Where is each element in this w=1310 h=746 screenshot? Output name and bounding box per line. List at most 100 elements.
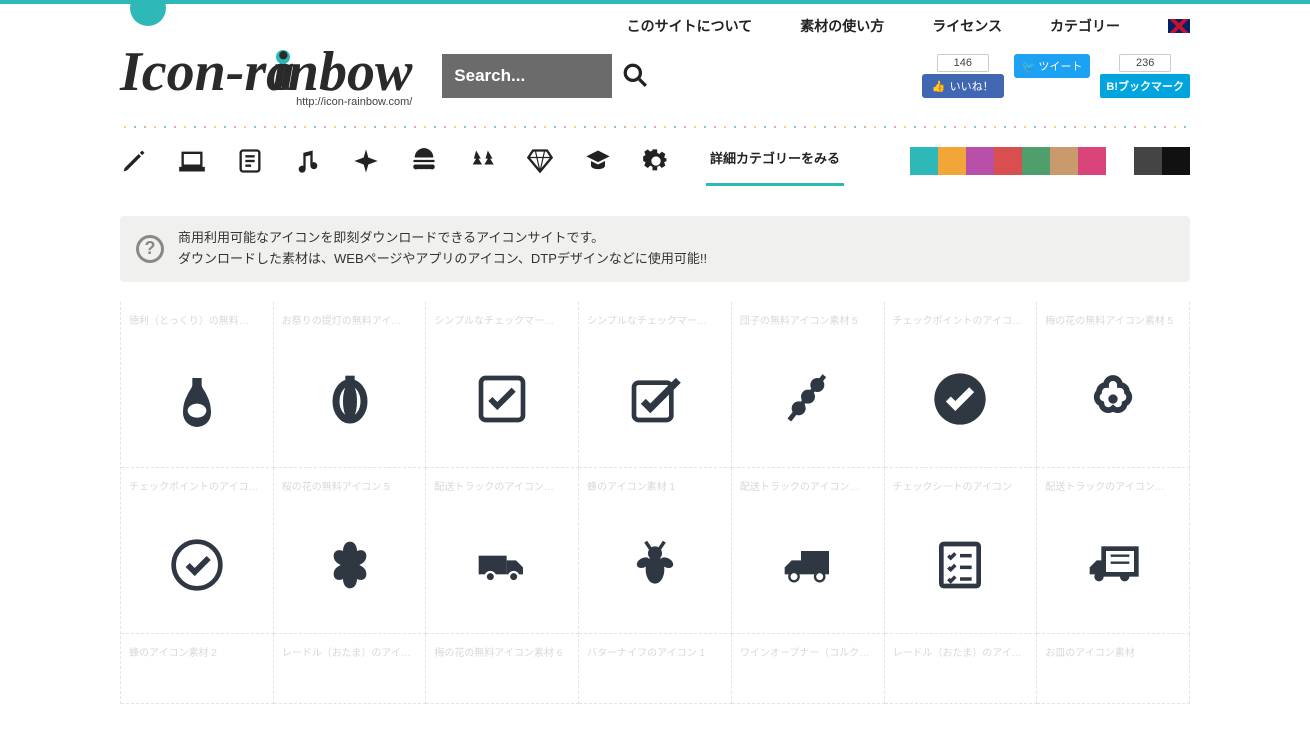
checklist-icon bbox=[932, 537, 988, 593]
palette-swatch[interactable] bbox=[938, 147, 966, 175]
icon-cell-title: 団子の無料アイコン素材 5 bbox=[732, 302, 884, 331]
dango-icon bbox=[780, 371, 836, 427]
category-icons bbox=[120, 147, 670, 175]
palette-swatch[interactable] bbox=[1162, 147, 1190, 175]
search-input[interactable] bbox=[442, 54, 612, 98]
icon-cell[interactable]: 梅の花の無料アイコン素材 5 bbox=[1037, 302, 1190, 468]
checkbox2-icon bbox=[627, 371, 683, 427]
diamond-icon[interactable] bbox=[526, 147, 554, 175]
burger-icon[interactable] bbox=[410, 147, 438, 175]
icon-cell-title: 梅の花の無料アイコン素材 6 bbox=[426, 634, 578, 663]
lantern-icon bbox=[322, 371, 378, 427]
icon-cell-title: レードル（おたま）のアイ… bbox=[885, 634, 1037, 663]
sakura-icon bbox=[322, 537, 378, 593]
icon-cell-title: 配送トラックのアイコン… bbox=[426, 468, 578, 497]
truck3-icon bbox=[1085, 537, 1141, 593]
palette-swatch[interactable] bbox=[910, 147, 938, 175]
uk-flag-icon[interactable] bbox=[1168, 19, 1190, 33]
nav-license[interactable]: ライセンス bbox=[932, 16, 1002, 36]
icon-cell[interactable]: 桜の花の無料アイコン 5 bbox=[274, 468, 427, 634]
palette-swatch[interactable] bbox=[994, 147, 1022, 175]
twitter-share[interactable]: 🐦 ツイート bbox=[1014, 54, 1091, 98]
icon-cell-title: お皿のアイコン素材 bbox=[1037, 634, 1189, 663]
icon-cell[interactable]: レードル（おたま）のアイ… bbox=[885, 634, 1038, 704]
question-icon: ? bbox=[136, 235, 164, 263]
trees-icon[interactable] bbox=[468, 147, 496, 175]
icon-cell[interactable]: お皿のアイコン素材 bbox=[1037, 634, 1190, 704]
gear-icon[interactable] bbox=[642, 147, 670, 175]
icon-cell[interactable]: チェックシートのアイコン bbox=[885, 468, 1038, 634]
icon-cell[interactable]: 配送トラックのアイコン… bbox=[732, 468, 885, 634]
checkcircle-icon bbox=[932, 371, 988, 427]
palette-swatch[interactable] bbox=[1078, 147, 1106, 175]
icon-cell-title: 配送トラックのアイコン… bbox=[732, 468, 884, 497]
divider-dots bbox=[120, 126, 1190, 128]
icon-grid: 徳利（とっくり）の無料…お祭りの提灯の無料アイ…シンプルなチェックマー…シンプル… bbox=[120, 302, 1190, 704]
facebook-like[interactable]: 146 👍いいね！ bbox=[922, 54, 1004, 98]
hb-count: 236 bbox=[1119, 54, 1171, 72]
icon-cell[interactable]: お祭りの提灯の無料アイ… bbox=[274, 302, 427, 468]
icon-cell[interactable]: ワインオープナー（コルク… bbox=[732, 634, 885, 704]
palette-swatch[interactable] bbox=[1106, 147, 1134, 175]
info-line2: ダウンロードした素材は、WEBページやアプリのアイコン、DTPデザインなどに使用… bbox=[178, 249, 707, 270]
icon-cell[interactable]: シンプルなチェックマー… bbox=[426, 302, 579, 468]
nav-category[interactable]: カテゴリー bbox=[1050, 16, 1120, 36]
graduation-icon[interactable] bbox=[584, 147, 612, 175]
nav-about[interactable]: このサイトについて bbox=[627, 16, 753, 36]
icon-cell-title: 梅の花の無料アイコン素材 5 bbox=[1037, 302, 1189, 331]
fb-count: 146 bbox=[937, 54, 989, 72]
icon-cell[interactable]: 蜂のアイコン素材 2 bbox=[121, 634, 274, 704]
icon-cell[interactable]: バターナイフのアイコン 1 bbox=[579, 634, 732, 704]
palette-swatch[interactable] bbox=[1050, 147, 1078, 175]
icon-cell-title: 桜の花の無料アイコン 5 bbox=[274, 468, 426, 497]
airplane-icon[interactable] bbox=[352, 147, 380, 175]
search-button[interactable] bbox=[622, 62, 648, 91]
icon-cell[interactable]: 徳利（とっくり）の無料… bbox=[121, 302, 274, 468]
logo[interactable]: Icon-rainbow http://icon-rainbow.com/ bbox=[120, 44, 412, 108]
icon-cell-title: バターナイフのアイコン 1 bbox=[579, 634, 731, 663]
icon-cell-title: 配送トラックのアイコン… bbox=[1037, 468, 1189, 497]
icon-cell-title: 蜂のアイコン素材 2 bbox=[121, 634, 273, 663]
category-detail-link[interactable]: 詳細カテゴリーをみる bbox=[706, 136, 844, 186]
icon-cell-title: チェックポイントのアイコ… bbox=[121, 468, 273, 497]
icon-cell[interactable]: 団子の無料アイコン素材 5 bbox=[732, 302, 885, 468]
icon-cell[interactable]: 梅の花の無料アイコン素材 6 bbox=[426, 634, 579, 704]
nav-usage[interactable]: 素材の使い方 bbox=[800, 16, 884, 36]
truck-icon bbox=[474, 537, 530, 593]
hatena-bookmark[interactable]: 236 B!ブックマーク bbox=[1100, 54, 1190, 98]
header-nav: このサイトについて 素材の使い方 ライセンス カテゴリー bbox=[120, 16, 1190, 36]
icon-cell-title: ワインオープナー（コルク… bbox=[732, 634, 884, 663]
search-icon bbox=[622, 62, 648, 88]
color-palette bbox=[910, 147, 1190, 175]
tokkuri-icon bbox=[169, 371, 225, 427]
icon-cell[interactable]: チェックポイントのアイコ… bbox=[121, 468, 274, 634]
music-icon[interactable] bbox=[294, 147, 322, 175]
document-icon[interactable] bbox=[236, 147, 264, 175]
checkcircle2-icon bbox=[169, 537, 225, 593]
icon-cell-title: レードル（おたま）のアイ… bbox=[274, 634, 426, 663]
icon-cell[interactable]: 配送トラックのアイコン… bbox=[1037, 468, 1190, 634]
checkbox-icon bbox=[474, 371, 530, 427]
icon-cell[interactable]: レードル（おたま）のアイ… bbox=[274, 634, 427, 704]
info-banner: ? 商用利用可能なアイコンを即刻ダウンロードできるアイコンサイトです。 ダウンロ… bbox=[120, 216, 1190, 282]
icon-cell-title: シンプルなチェックマー… bbox=[579, 302, 731, 331]
top-accent-bar bbox=[0, 0, 1310, 4]
palette-swatch[interactable] bbox=[966, 147, 994, 175]
palette-swatch[interactable] bbox=[1134, 147, 1162, 175]
palette-swatch[interactable] bbox=[1022, 147, 1050, 175]
icon-cell[interactable]: 蜂のアイコン素材 1 bbox=[579, 468, 732, 634]
icon-cell-title: 徳利（とっくり）の無料… bbox=[121, 302, 273, 331]
icon-cell[interactable]: チェックポイントのアイコ… bbox=[885, 302, 1038, 468]
truck2-icon bbox=[780, 537, 836, 593]
laptop-icon[interactable] bbox=[178, 147, 206, 175]
icon-cell-title: シンプルなチェックマー… bbox=[426, 302, 578, 331]
icon-cell-title: チェックポイントのアイコ… bbox=[885, 302, 1037, 331]
bee-icon bbox=[627, 537, 683, 593]
icon-cell-title: チェックシートのアイコン bbox=[885, 468, 1037, 497]
plum-icon bbox=[1085, 371, 1141, 427]
pencil-icon[interactable] bbox=[120, 147, 148, 175]
icon-cell[interactable]: シンプルなチェックマー… bbox=[579, 302, 732, 468]
icon-cell-title: 蜂のアイコン素材 1 bbox=[579, 468, 731, 497]
info-line1: 商用利用可能なアイコンを即刻ダウンロードできるアイコンサイトです。 bbox=[178, 228, 707, 249]
icon-cell[interactable]: 配送トラックのアイコン… bbox=[426, 468, 579, 634]
